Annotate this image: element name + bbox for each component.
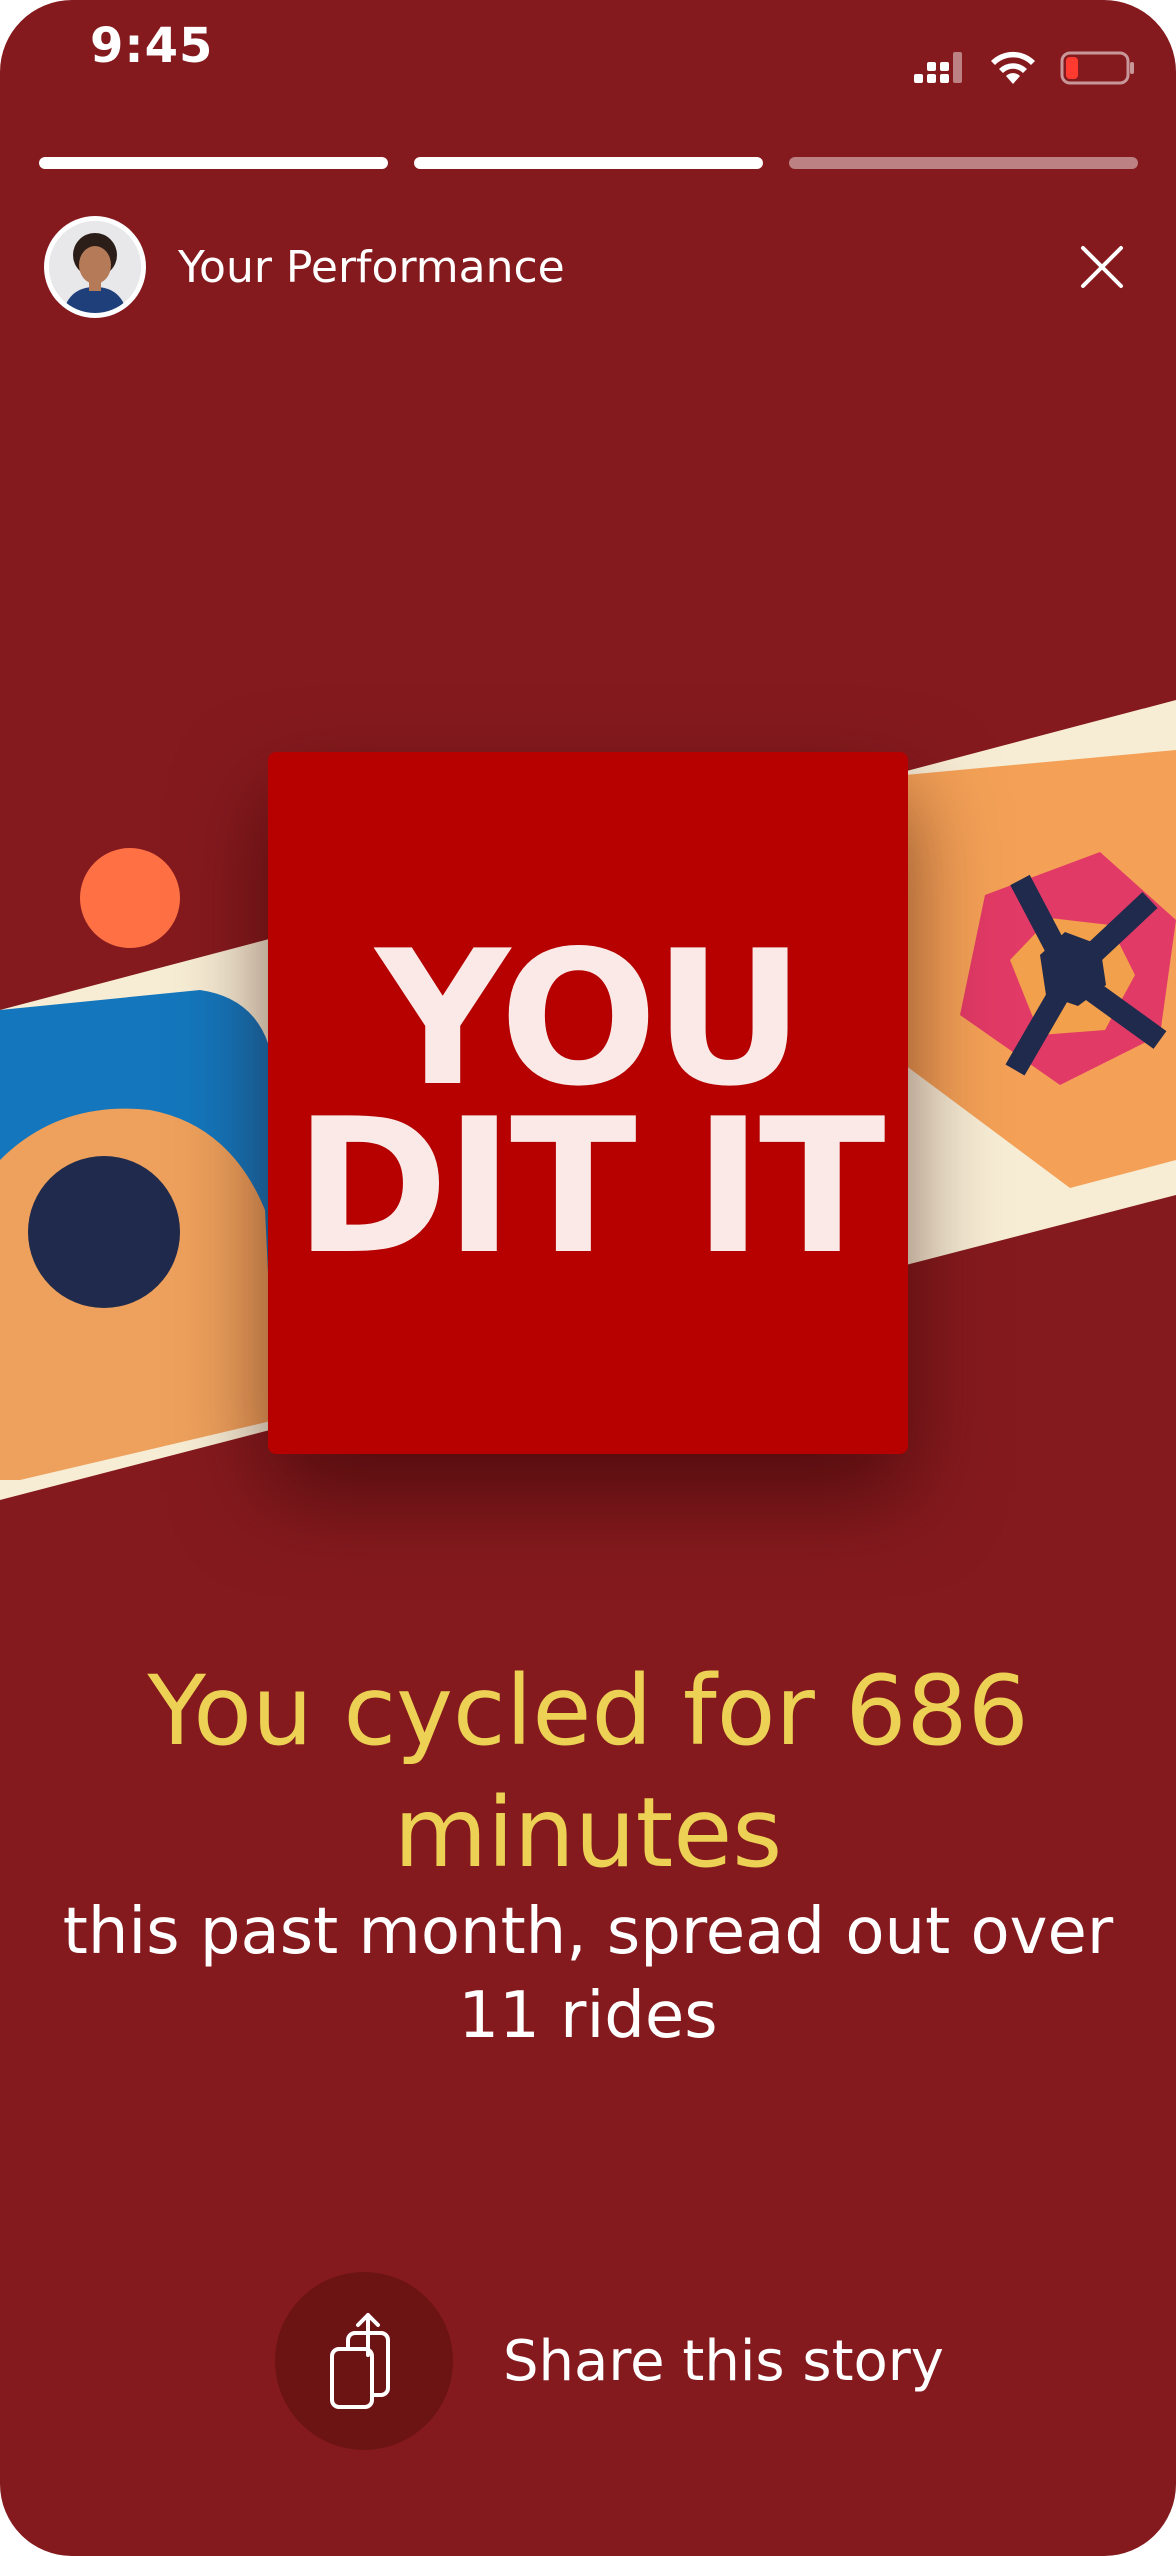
- card-text-line-2: DIT IT: [294, 1078, 885, 1295]
- story-screen: 9:45 Your Performance YOU DIT IT You cyc…: [0, 0, 1176, 2556]
- share-story-button[interactable]: Share this story: [275, 2272, 944, 2450]
- summary-headline: You cycled for 686 minutes: [147, 1655, 1029, 1889]
- share-icon: [330, 2313, 390, 2409]
- achievement-card: YOU DIT IT: [268, 752, 908, 1454]
- share-label[interactable]: Share this story: [503, 2329, 944, 2394]
- summary-subline: this past month, spread out over 11 ride…: [62, 1895, 1114, 2053]
- share-icon-circle[interactable]: [275, 2272, 453, 2450]
